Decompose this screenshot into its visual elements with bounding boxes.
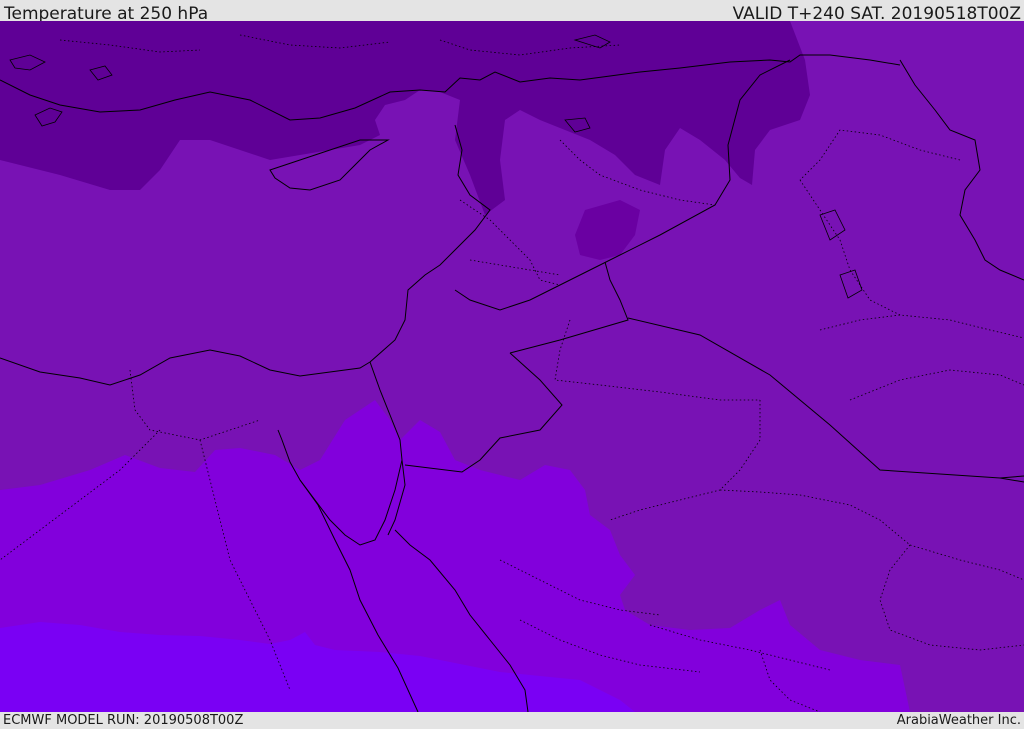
model-run-label: ECMWF MODEL RUN: 20190508T00Z: [3, 713, 244, 728]
credit-label: ArabiaWeather Inc.: [896, 713, 1021, 728]
temperature-map[interactable]: [0, 21, 1024, 712]
map-canvas: [0, 21, 1024, 712]
header-bar: Temperature at 250 hPa VALID T+240 SAT. …: [0, 0, 1024, 24]
footer-bar: ECMWF MODEL RUN: 20190508T00Z ArabiaWeat…: [0, 712, 1024, 729]
